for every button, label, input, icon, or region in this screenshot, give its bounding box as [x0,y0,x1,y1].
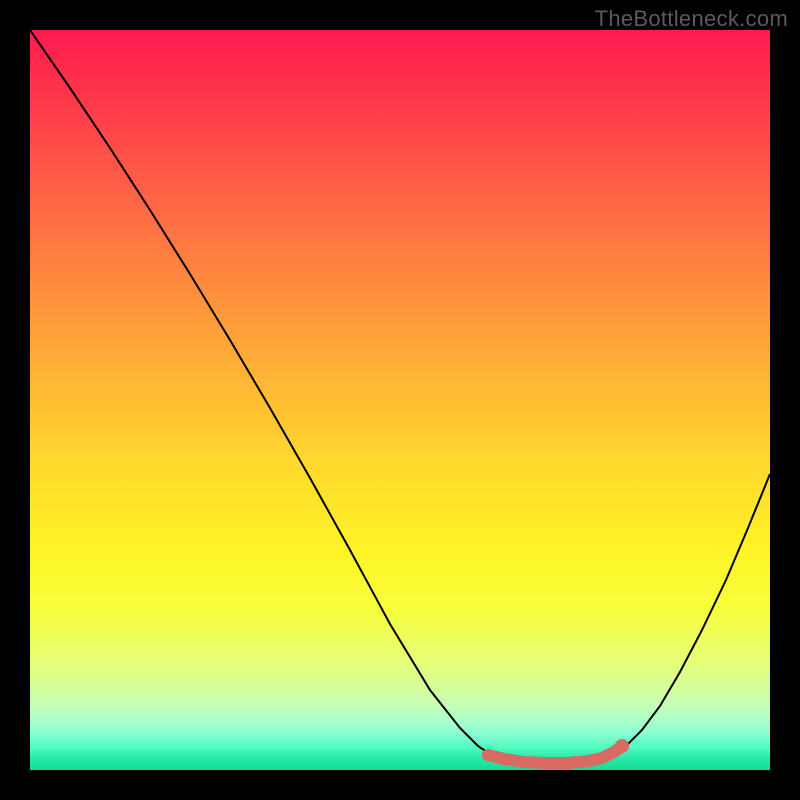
chart-highlight-end-dot [615,739,629,753]
chart-curve-main [30,30,770,763]
chart-highlight-segment [488,746,622,763]
chart-plot-area [30,30,770,770]
chart-svg [30,30,770,770]
watermark-text: TheBottleneck.com [595,6,788,32]
chart-highlight-start-dot [482,749,494,761]
